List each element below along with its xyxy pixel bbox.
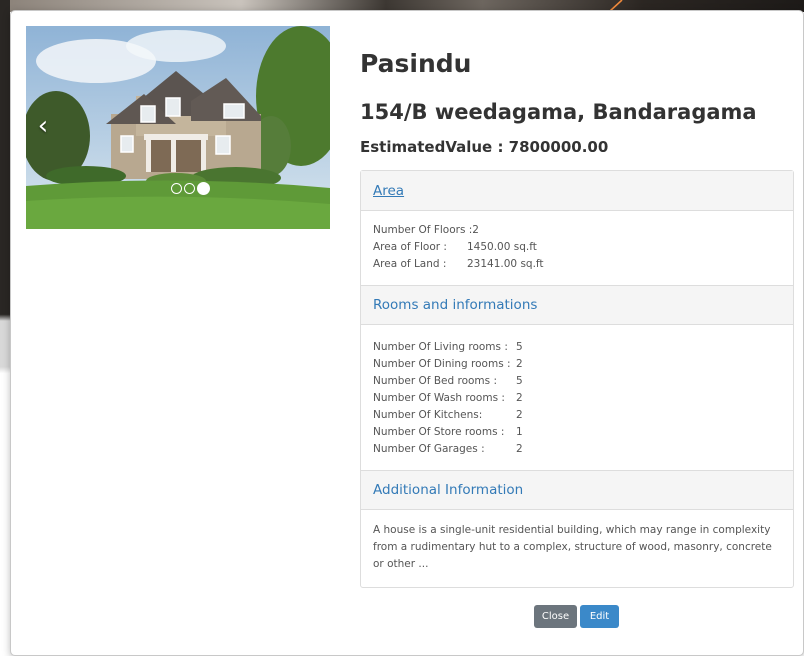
room-row: Number Of Bed rooms : 5 — [373, 373, 781, 390]
carousel-indicator-3[interactable] — [197, 182, 210, 195]
area-value: 1450.00 sq.ft — [467, 241, 537, 253]
rooms-panel-body: Number Of Living rooms : 5 Number Of Dini… — [361, 325, 793, 470]
area-value: 23141.00 sq.ft — [467, 258, 544, 270]
room-row: Number Of Garages : 2 — [373, 441, 781, 458]
carousel-indicators — [171, 182, 210, 195]
room-value: 1 — [516, 426, 523, 438]
room-value: 2 — [516, 358, 523, 370]
room-value: 2 — [516, 443, 523, 455]
room-label: Number Of Living rooms : — [373, 341, 508, 353]
area-panel-header: Area — [361, 171, 793, 211]
room-value: 2 — [516, 392, 523, 404]
room-label: Number Of Wash rooms : — [373, 392, 505, 404]
carousel-prev-button[interactable]: ‹ — [32, 112, 54, 142]
owner-name: Pasindu — [360, 49, 472, 78]
estimated-value: EstimatedValue : 7800000.00 — [360, 138, 609, 156]
background-page-edge — [0, 0, 10, 655]
rooms-title: Rooms and informations — [373, 297, 538, 313]
room-row: Number Of Dining rooms : 2 — [373, 356, 781, 373]
room-row: Number Of Living rooms : 5 — [373, 339, 781, 356]
area-row-land-area: Area of Land : 23141.00 sq.ft — [373, 256, 781, 273]
area-panel-body: Number Of Floors : 2 Area of Floor : 145… — [361, 211, 793, 285]
room-label: Number Of Store rooms : — [373, 426, 505, 438]
edit-button[interactable]: Edit — [580, 605, 619, 628]
room-label: Number Of Bed rooms : — [373, 375, 497, 387]
close-button[interactable]: Close — [534, 605, 577, 628]
area-label: Number Of Floors : — [373, 224, 473, 236]
rooms-panel-header: Rooms and informations — [361, 285, 793, 325]
room-label: Number Of Garages : — [373, 443, 485, 455]
additional-title: Additional Information — [373, 482, 524, 498]
area-row-floors: Number Of Floors : 2 — [373, 222, 781, 239]
room-row: Number Of Wash rooms : 2 — [373, 390, 781, 407]
room-label: Number Of Dining rooms : — [373, 358, 511, 370]
area-label: Area of Floor : — [373, 241, 447, 253]
room-value: 2 — [516, 409, 523, 421]
property-address: 154/B weedagama, Bandaragama — [360, 100, 757, 124]
carousel-indicator-1[interactable] — [171, 183, 182, 194]
area-label: Area of Land : — [373, 258, 447, 270]
property-details-modal: ‹ Pasindu 154/B weedagama, Bandaragama E… — [10, 10, 804, 656]
room-row: Number Of Store rooms : 1 — [373, 424, 781, 441]
carousel-indicator-2[interactable] — [184, 183, 195, 194]
room-value: 5 — [516, 375, 523, 387]
room-value: 5 — [516, 341, 523, 353]
additional-description: A house is a single-unit residential bui… — [373, 524, 772, 570]
room-row: Number Of Kitchens: 2 — [373, 407, 781, 424]
area-row-floor-area: Area of Floor : 1450.00 sq.ft — [373, 239, 781, 256]
area-panel: Area Number Of Floors : 2 Area of Floor … — [360, 170, 794, 588]
room-label: Number Of Kitchens: — [373, 409, 483, 421]
area-link[interactable]: Area — [373, 183, 404, 199]
modal-footer-buttons: Close Edit — [534, 605, 619, 628]
additional-panel-header: Additional Information — [361, 470, 793, 510]
house-photo — [26, 26, 330, 229]
area-value: 2 — [472, 224, 479, 236]
image-carousel[interactable]: ‹ — [26, 26, 330, 229]
